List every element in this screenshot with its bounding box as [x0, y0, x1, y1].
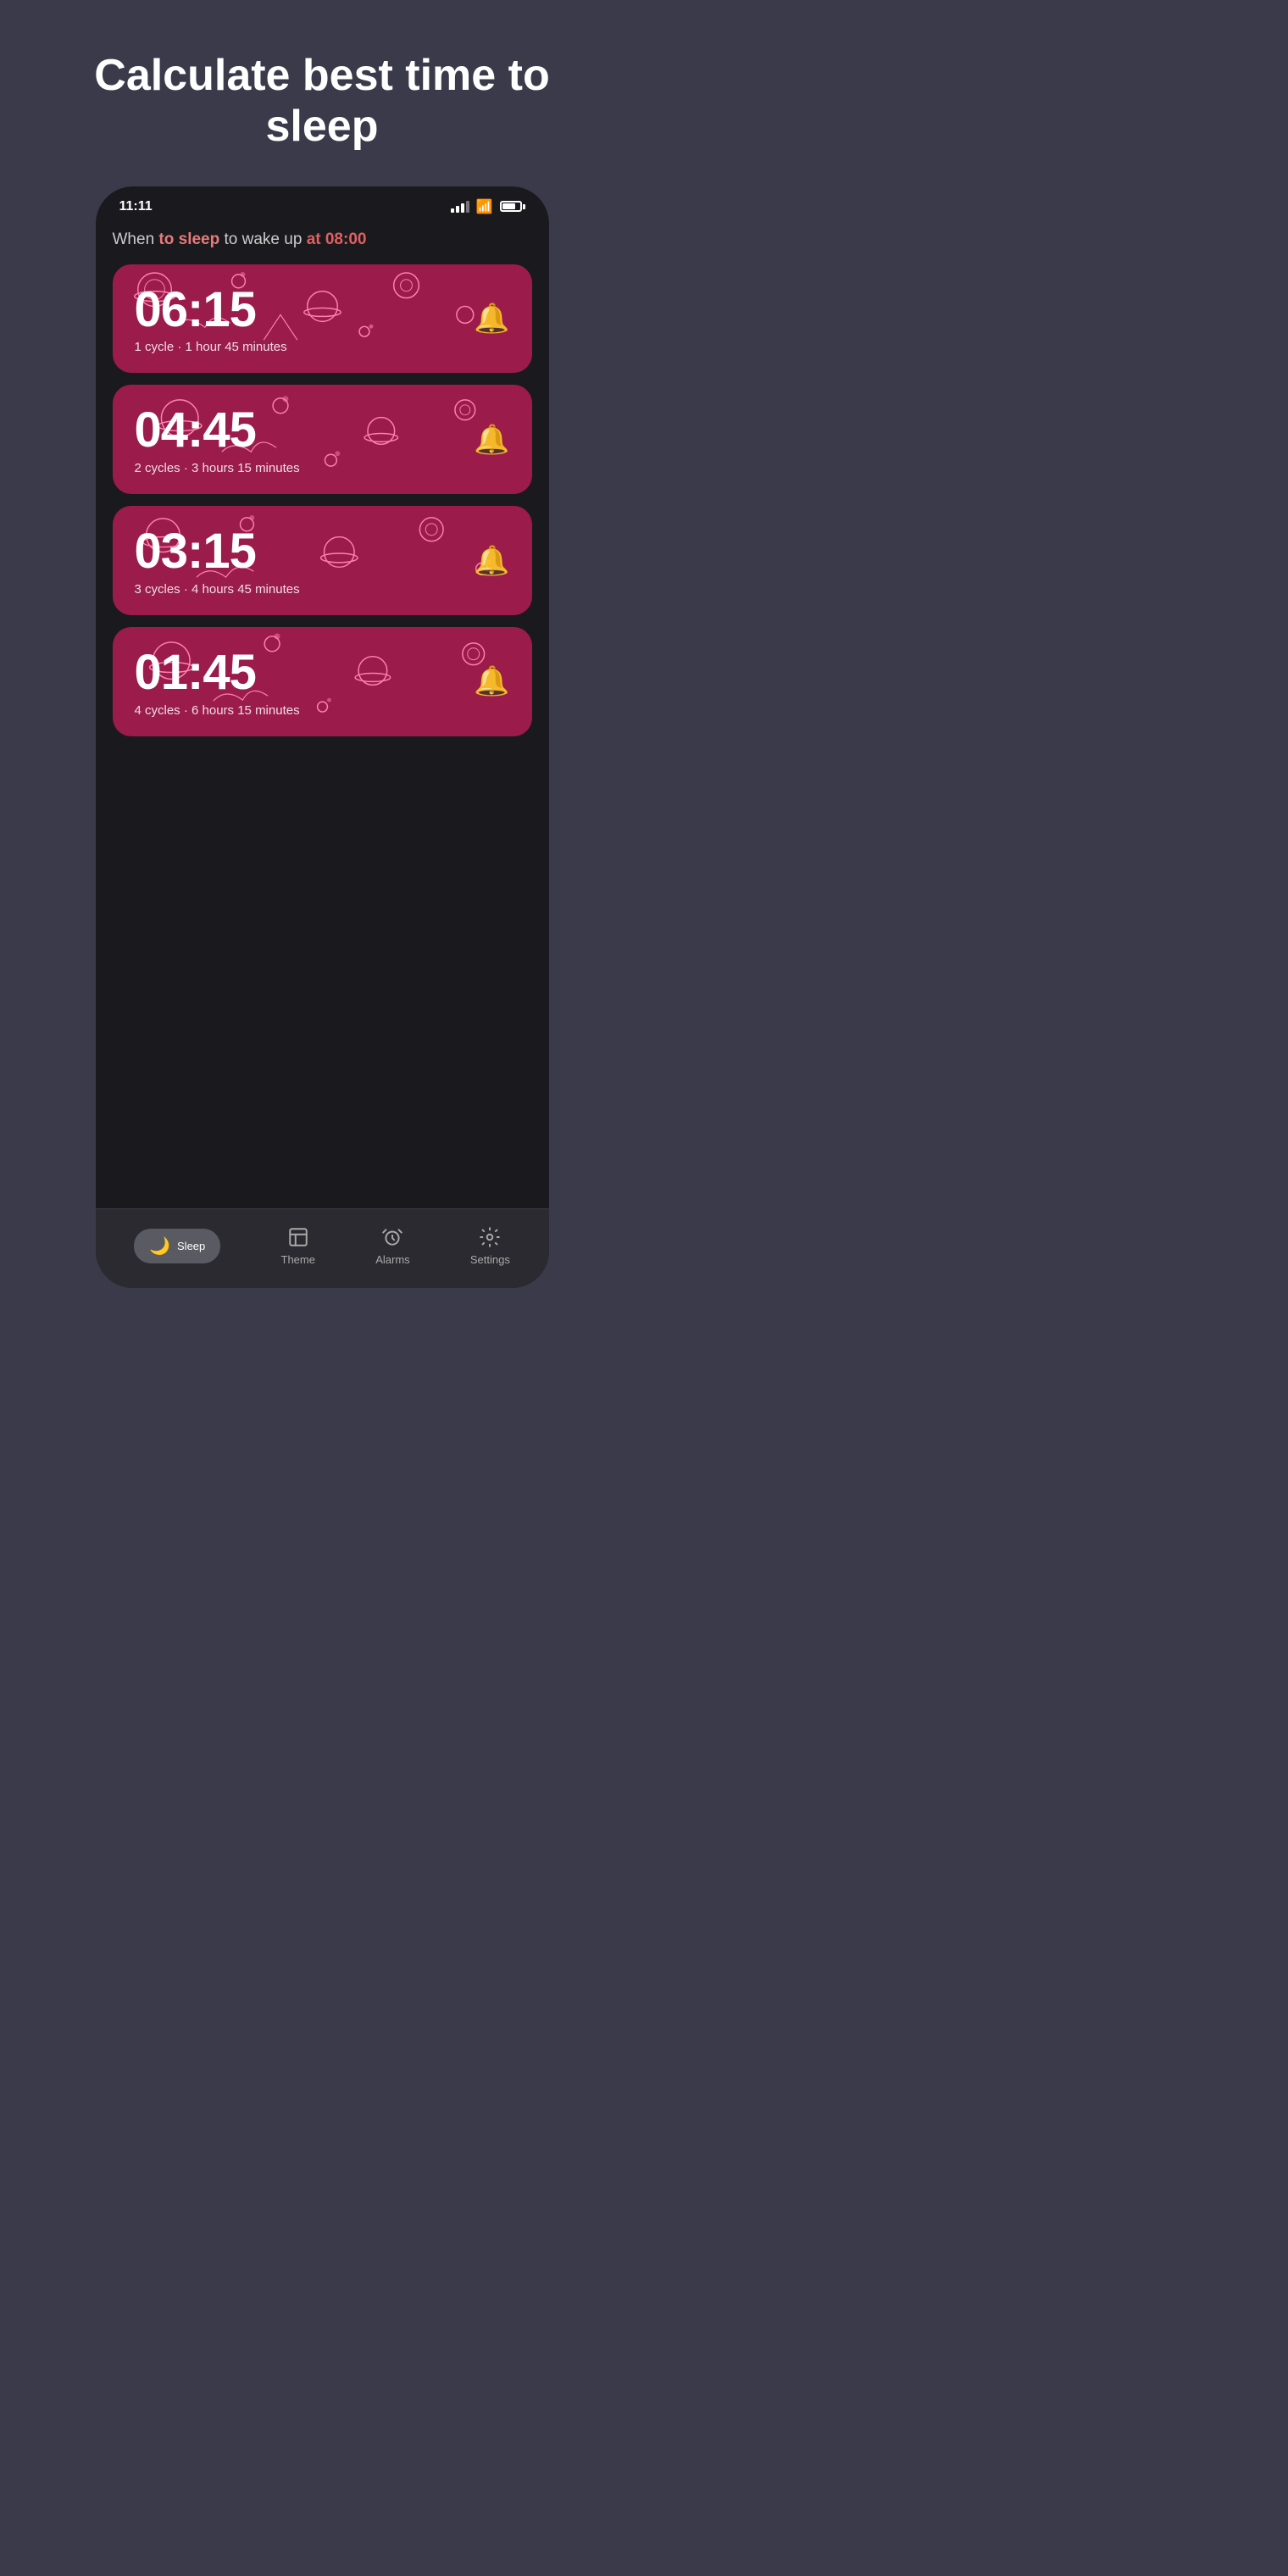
- phone-content: When to sleep to wake up at 08:00: [96, 222, 549, 1208]
- card-time-1: 04:45: [135, 403, 300, 458]
- sleep-icon: 🌙: [149, 1235, 170, 1257]
- card-left-3: 01:45 4 cycles · 6 hours 15 minutes: [135, 646, 300, 718]
- card-time-0: 06:15: [135, 283, 287, 337]
- card-left-1: 04:45 2 cycles · 3 hours 15 minutes: [135, 403, 300, 475]
- wake-text: When to sleep to wake up at 08:00: [113, 230, 532, 249]
- sleep-card-0[interactable]: 06:15 1 cycle · 1 hour 45 minutes 🔔: [113, 264, 532, 374]
- hero-title: Calculate best time to sleep: [0, 0, 644, 186]
- card-left-0: 06:15 1 cycle · 1 hour 45 minutes: [135, 283, 287, 355]
- status-time: 11:11: [119, 199, 153, 214]
- alarms-icon: [381, 1226, 403, 1248]
- card-time-3: 01:45: [135, 646, 300, 700]
- card-cycles-2: 3 cycles · 4 hours 45 minutes: [135, 582, 300, 597]
- sleep-cards-list: 06:15 1 cycle · 1 hour 45 minutes 🔔: [113, 264, 532, 736]
- bottom-nav: 🌙 Sleep Theme Alarms Setting: [96, 1208, 549, 1288]
- sleep-card-2[interactable]: 03:15 3 cycles · 4 hours 45 minutes 🔔: [113, 506, 532, 615]
- wake-highlight2: at 08:00: [307, 230, 367, 248]
- theme-icon: [287, 1226, 309, 1248]
- card-cycles-3: 4 cycles · 6 hours 15 minutes: [135, 703, 300, 718]
- nav-item-settings[interactable]: Settings: [453, 1221, 527, 1271]
- bell-icon-2: 🔔: [474, 544, 509, 578]
- card-time-2: 03:15: [135, 525, 300, 579]
- wake-middle: to wake up: [219, 230, 306, 248]
- bell-icon-3: 🔔: [474, 664, 509, 698]
- wifi-icon: 📶: [476, 198, 493, 215]
- card-left-2: 03:15 3 cycles · 4 hours 45 minutes: [135, 525, 300, 597]
- status-bar: 11:11 📶: [96, 186, 549, 222]
- phone-frame: 11:11 📶 When to sleep to wake up at 08:0…: [96, 186, 549, 1288]
- nav-item-sleep[interactable]: 🌙 Sleep: [117, 1224, 237, 1269]
- bell-icon-1: 🔔: [474, 423, 509, 457]
- nav-item-alarms[interactable]: Alarms: [358, 1221, 426, 1271]
- card-cycles-0: 1 cycle · 1 hour 45 minutes: [135, 340, 287, 354]
- status-icons: 📶: [451, 198, 525, 215]
- settings-icon: [479, 1226, 501, 1248]
- nav-label-settings: Settings: [470, 1253, 510, 1266]
- battery-icon: [500, 201, 525, 212]
- nav-item-theme[interactable]: Theme: [264, 1221, 332, 1271]
- signal-icon: [451, 201, 469, 213]
- sleep-card-3[interactable]: 01:45 4 cycles · 6 hours 15 minutes 🔔: [113, 627, 532, 736]
- card-cycles-1: 2 cycles · 3 hours 15 minutes: [135, 461, 300, 475]
- nav-label-alarms: Alarms: [375, 1253, 409, 1266]
- nav-label-sleep: Sleep: [177, 1240, 205, 1252]
- wake-highlight1: to sleep: [158, 230, 219, 248]
- bell-icon-0: 🔔: [474, 302, 509, 336]
- wake-prefix: When: [113, 230, 159, 248]
- nav-label-theme: Theme: [281, 1253, 315, 1266]
- sleep-card-1[interactable]: 04:45 2 cycles · 3 hours 15 minutes 🔔: [113, 385, 532, 494]
